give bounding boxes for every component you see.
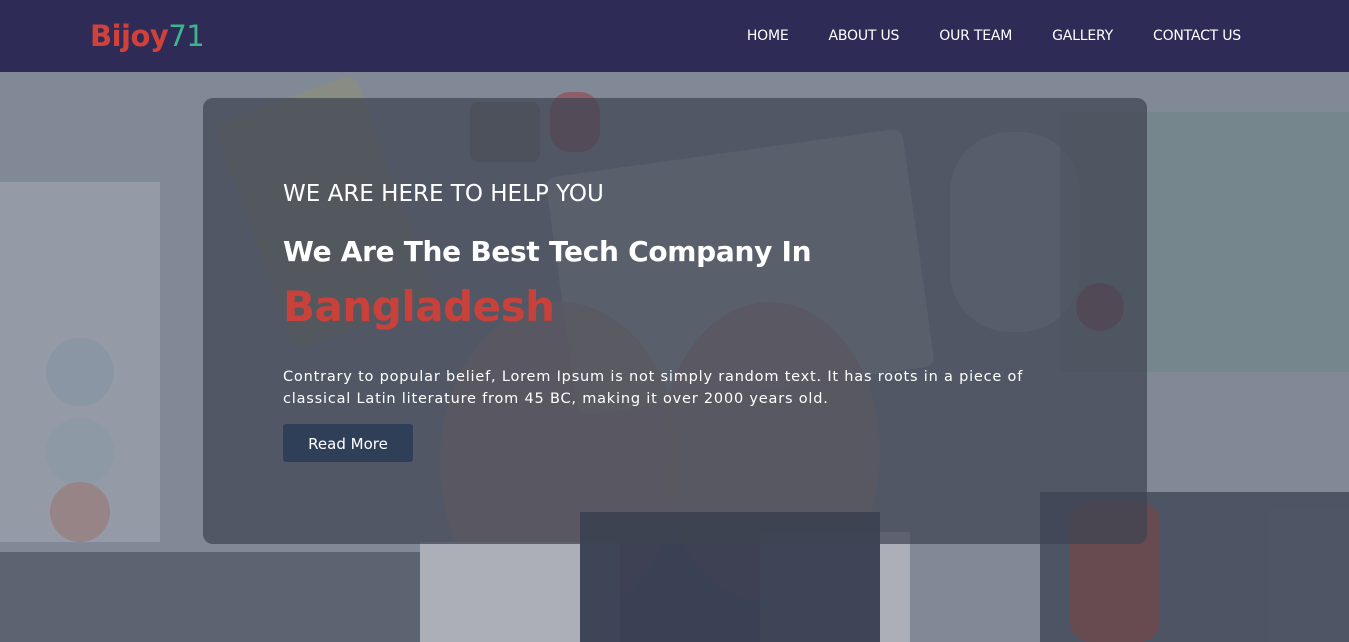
nav-gallery[interactable]: GALLERY	[1052, 26, 1113, 46]
hero-highlight: Bangladesh	[283, 282, 555, 331]
hero-card: WE ARE HERE TO HELP YOU We Are The Best …	[203, 98, 1147, 544]
nav-contact-us[interactable]: CONTACT US	[1153, 26, 1241, 46]
brand-logo[interactable]: Bijoy71	[90, 18, 205, 54]
nav-home[interactable]: HOME	[747, 26, 789, 46]
nav-our-team[interactable]: OUR TEAM	[939, 26, 1012, 46]
hero-section: WE ARE HERE TO HELP YOU We Are The Best …	[0, 72, 1349, 642]
nav-about-us[interactable]: ABOUT US	[829, 26, 900, 46]
top-navbar: Bijoy71 HOME ABOUT US OUR TEAM GALLERY C…	[0, 0, 1349, 72]
brand-name-part2: 71	[168, 19, 205, 53]
hero-kicker: WE ARE HERE TO HELP YOU	[283, 181, 604, 207]
brand-name-part1: Bijoy	[90, 19, 169, 53]
hero-description: Contrary to popular belief, Lorem Ipsum …	[283, 369, 1024, 407]
main-nav: HOME ABOUT US OUR TEAM GALLERY CONTACT U…	[747, 26, 1241, 46]
hero-headline: We Are The Best Tech Company In	[283, 235, 812, 268]
read-more-button[interactable]: Read More	[283, 424, 413, 462]
